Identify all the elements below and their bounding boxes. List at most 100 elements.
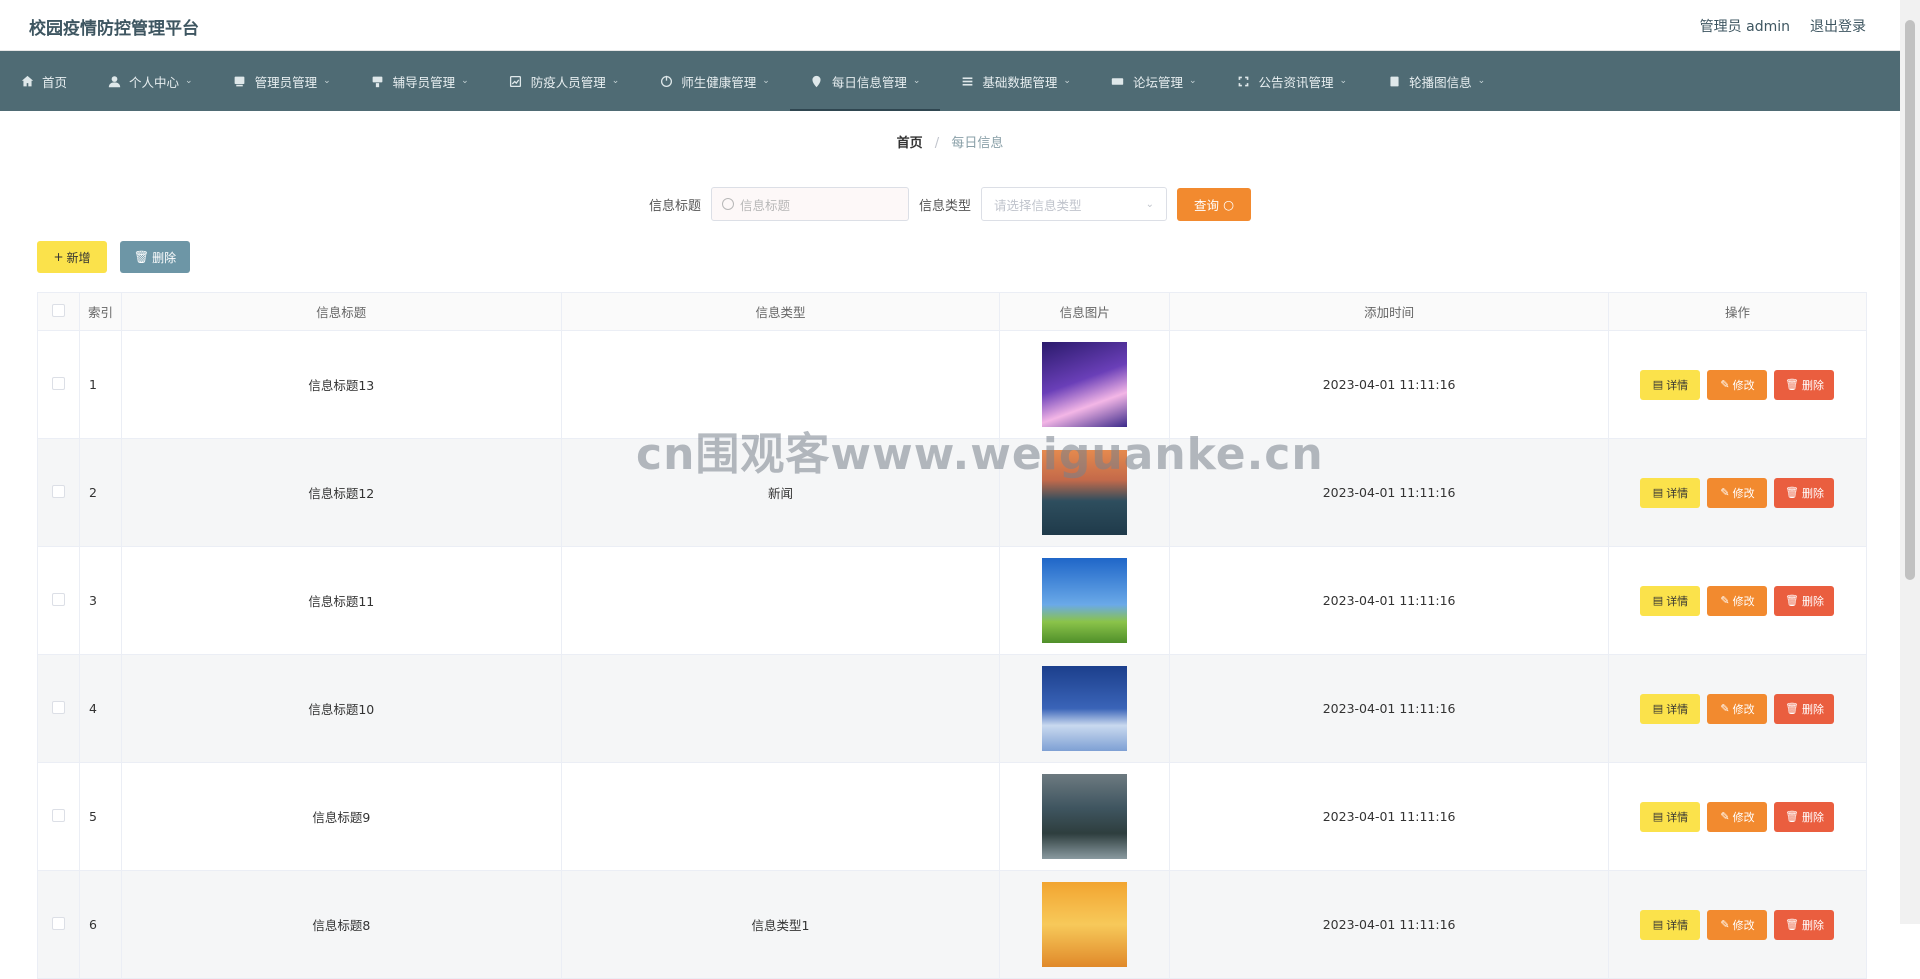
- batch-delete-button[interactable]: 🗑 删除: [120, 241, 190, 273]
- trash-icon: 🗑: [1785, 702, 1799, 715]
- chevron-down-icon: ⌄: [1477, 76, 1486, 86]
- document-icon: ▤: [1652, 918, 1664, 931]
- pin-icon: [810, 74, 824, 88]
- title-search-input[interactable]: 信息标题: [711, 187, 909, 221]
- row-image-sunset-clouds[interactable]: [1042, 882, 1128, 967]
- nav-item-0[interactable]: 首页: [0, 51, 87, 111]
- add-button[interactable]: + 新增: [37, 241, 107, 273]
- row-image-green-field-sky[interactable]: [1042, 558, 1128, 643]
- nav-item-label: 轮播图信息: [1409, 74, 1472, 90]
- page-scrollbar[interactable]: [1900, 0, 1920, 924]
- row-title: 信息标题13: [121, 330, 562, 439]
- nav-item-9[interactable]: 公告资讯管理 ⌄: [1217, 51, 1368, 111]
- delete-button[interactable]: 🗑 删除: [1774, 585, 1835, 616]
- edit-button[interactable]: ✎ 修改: [1707, 477, 1768, 508]
- counselor-icon: [371, 74, 385, 88]
- nav-item-3[interactable]: 辅导员管理 ⌄: [351, 51, 489, 111]
- delete-button[interactable]: 🗑 删除: [1774, 477, 1835, 508]
- document-icon: ▤: [1652, 486, 1664, 499]
- nav-item-label: 防疫人员管理: [530, 74, 606, 90]
- chevron-down-icon: ⌄: [461, 76, 469, 86]
- trash-icon: 🗑: [1785, 918, 1799, 931]
- user-area: 管理员 admin 退出登录: [1700, 16, 1866, 36]
- nav-item-7[interactable]: 基础数据管理 ⌄: [940, 51, 1091, 111]
- select-all-cell[interactable]: [37, 292, 80, 331]
- nav-item-10[interactable]: 轮播图信息 ⌄: [1367, 51, 1505, 111]
- row-checkbox[interactable]: [51, 592, 65, 606]
- pencil-icon: ✎: [1720, 378, 1730, 391]
- row-time: 2023-04-01 11:11:16: [1169, 654, 1609, 763]
- image-icon: [1387, 74, 1401, 88]
- row-title: 信息标题12: [121, 438, 562, 547]
- detail-button[interactable]: ▤ 详情: [1640, 477, 1701, 508]
- document-icon: ▤: [1652, 594, 1664, 607]
- row-image-eiffel-tower-night[interactable]: [1042, 342, 1128, 427]
- edit-button[interactable]: ✎ 修改: [1707, 909, 1768, 940]
- pencil-icon: ✎: [1720, 810, 1730, 823]
- row-checkbox[interactable]: [51, 700, 65, 714]
- pencil-icon: ✎: [1720, 486, 1730, 499]
- table-row: 1 信息标题13 2023-04-01 11:11:16 ▤ 详情 ✎ 修改 🗑 删除: [37, 330, 1868, 439]
- notice-icon: [1237, 74, 1251, 88]
- edit-button[interactable]: ✎ 修改: [1707, 585, 1768, 616]
- delete-button[interactable]: 🗑 删除: [1774, 693, 1835, 724]
- detail-button[interactable]: ▤ 详情: [1640, 801, 1701, 832]
- chevron-down-icon: ⌄: [762, 76, 770, 86]
- row-checkbox[interactable]: [51, 376, 65, 390]
- edit-button[interactable]: ✎ 修改: [1707, 369, 1768, 400]
- nav-item-4[interactable]: 防疫人员管理 ⌄: [489, 51, 640, 111]
- chevron-down-icon: ⌄: [1188, 76, 1197, 86]
- chevron-down-icon: ⌄: [1063, 76, 1071, 86]
- detail-button[interactable]: ▤ 详情: [1640, 585, 1701, 616]
- detail-button[interactable]: ▤ 详情: [1640, 369, 1701, 400]
- row-index: 5: [79, 762, 122, 871]
- row-image-snow-cabin-night[interactable]: [1042, 666, 1128, 751]
- nav-item-5[interactable]: 师生健康管理 ⌄: [639, 51, 790, 111]
- row-type: [561, 546, 1001, 655]
- row-checkbox[interactable]: [51, 484, 65, 498]
- row-time: 2023-04-01 11:11:16: [1169, 870, 1609, 979]
- user-role: 管理员 admin: [1699, 19, 1790, 35]
- delete-button[interactable]: 🗑 删除: [1774, 909, 1835, 940]
- document-icon: ▤: [1652, 702, 1664, 715]
- user-icon: [107, 74, 121, 88]
- trash-icon: 🗑: [1785, 486, 1799, 499]
- row-type: [561, 762, 1001, 871]
- type-label: 信息类型: [919, 198, 972, 214]
- header-image: 信息图片: [999, 292, 1171, 331]
- edit-button[interactable]: ✎ 修改: [1707, 801, 1768, 832]
- nav-item-8[interactable]: 论坛管理 ⌄: [1091, 51, 1217, 111]
- row-image-lake-sunset[interactable]: [1042, 450, 1128, 535]
- detail-button[interactable]: ▤ 详情: [1640, 909, 1701, 940]
- row-index: 1: [79, 330, 122, 439]
- type-select[interactable]: 请选择信息类型 ⌄: [981, 187, 1168, 221]
- nav-item-1[interactable]: 个人中心 ⌄: [87, 51, 213, 111]
- logout-link[interactable]: 退出登录: [1810, 16, 1866, 36]
- search-form: 信息标题 信息标题 信息类型 请选择信息类型 ⌄ 查询 ○: [0, 187, 1900, 221]
- document-icon: ▤: [1652, 810, 1664, 823]
- scrollbar-thumb[interactable]: [1905, 20, 1915, 580]
- nav-item-6[interactable]: 每日信息管理 ⌄: [789, 51, 941, 111]
- header-type: 信息类型: [561, 292, 1001, 331]
- row-index: 4: [79, 654, 122, 763]
- header-title: 信息标题: [121, 292, 562, 331]
- query-button[interactable]: 查询 ○: [1177, 187, 1252, 221]
- detail-button[interactable]: ▤ 详情: [1640, 693, 1701, 724]
- select-all-checkbox[interactable]: [51, 303, 65, 317]
- row-image-mountain-lake-town[interactable]: [1042, 774, 1128, 859]
- breadcrumb-current: 每日信息: [951, 136, 1004, 151]
- table-row: 3 信息标题11 2023-04-01 11:11:16 ▤ 详情 ✎ 修改 🗑 删除: [37, 546, 1868, 655]
- trash-icon: 🗑: [1785, 378, 1799, 391]
- row-checkbox[interactable]: [51, 808, 65, 822]
- nav-item-2[interactable]: 管理员管理 ⌄: [213, 51, 351, 111]
- nav-item-label: 个人中心: [129, 74, 180, 90]
- breadcrumb-home[interactable]: 首页: [897, 136, 923, 151]
- title-label: 信息标题: [648, 198, 701, 214]
- delete-button[interactable]: 🗑 删除: [1774, 369, 1835, 400]
- row-checkbox[interactable]: [51, 916, 65, 930]
- nav-item-label: 管理员管理: [254, 74, 318, 90]
- header-time: 添加时间: [1169, 292, 1609, 331]
- info-table: 索引 信息标题 信息类型 信息图片 添加时间 操作 1 信息标题13 2023-04…: [37, 292, 1868, 979]
- edit-button[interactable]: ✎ 修改: [1707, 693, 1768, 724]
- delete-button[interactable]: 🗑 删除: [1774, 801, 1835, 832]
